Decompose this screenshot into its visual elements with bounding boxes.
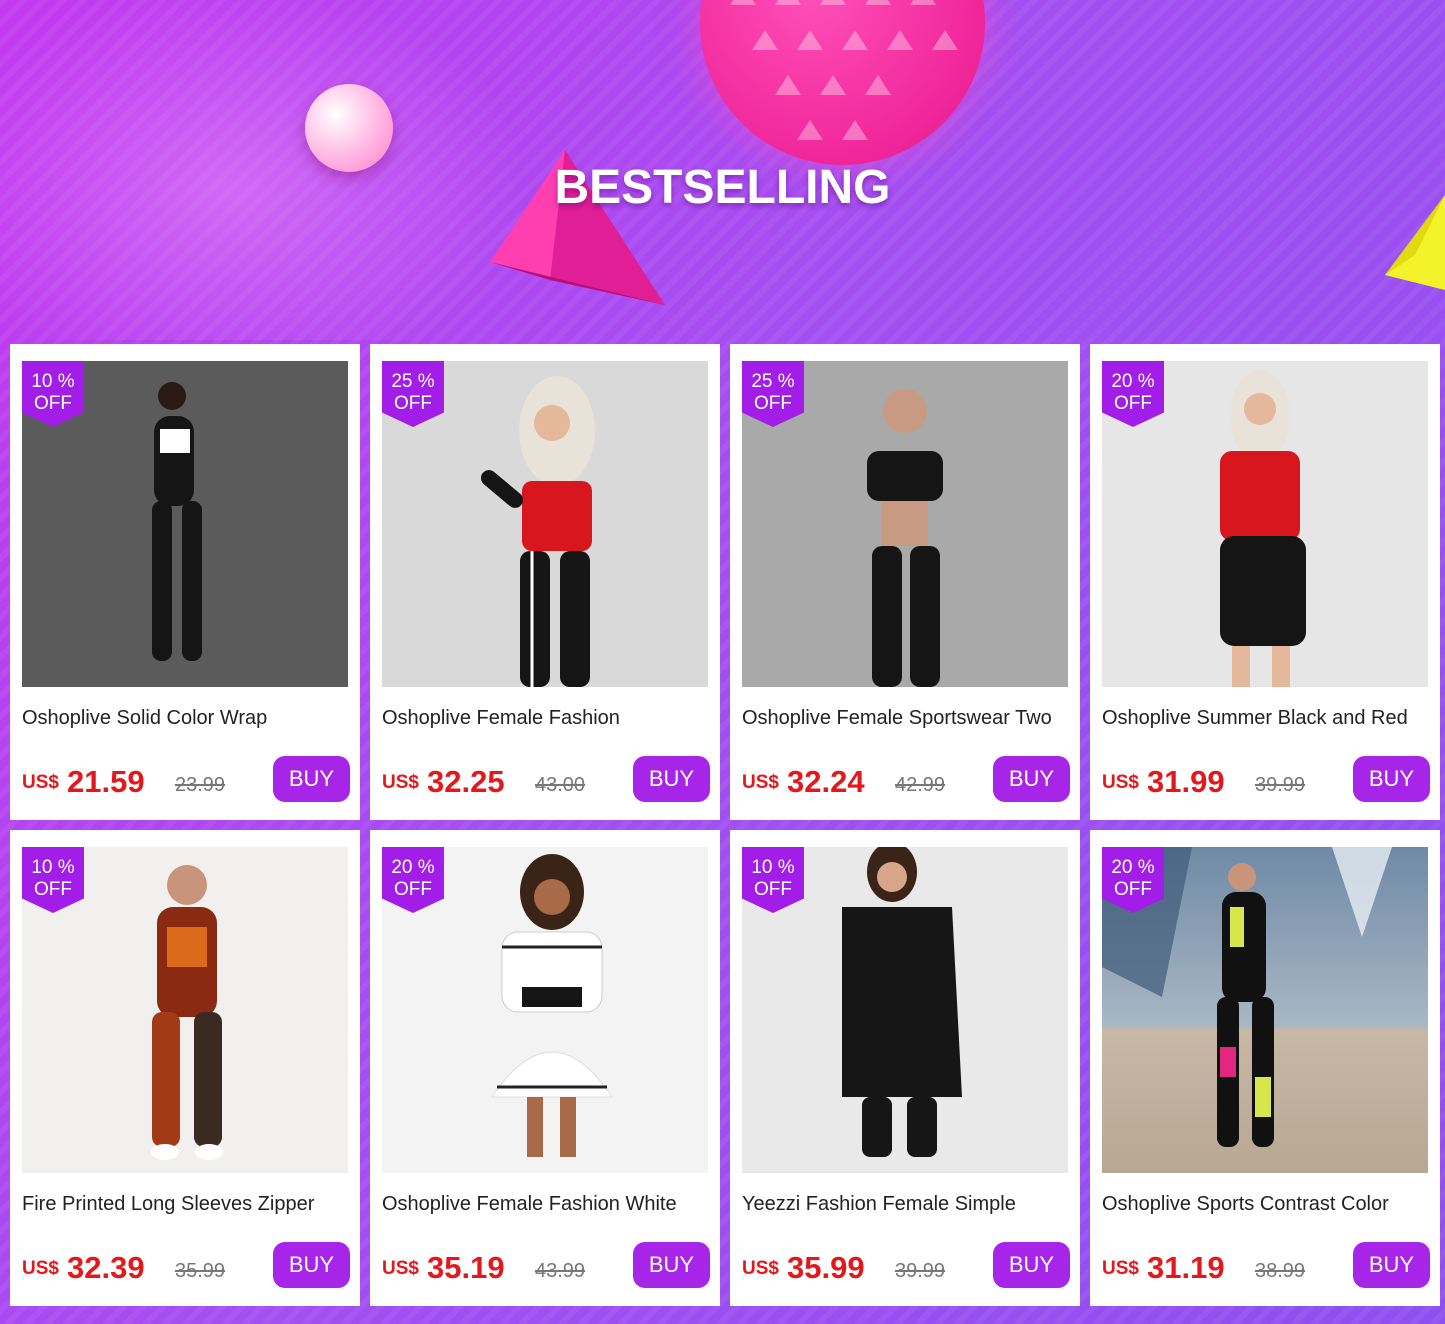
original-price: 43.99 (535, 1260, 586, 1282)
discount-off-label: OFF (394, 879, 432, 900)
product-name[interactable]: Oshoplive Female Sportswear Two (742, 707, 1072, 730)
product-name[interactable]: Oshoplive Summer Black and Red (1102, 707, 1432, 730)
product-name[interactable]: Oshoplive Sports Contrast Color (1102, 1193, 1432, 1216)
product-card[interactable]: 20 % OFF Oshoplive Sports Contrast Color… (1090, 830, 1440, 1306)
product-card[interactable]: 10 % OFF Fire Printed Long Sleeves Zippe… (10, 830, 360, 1306)
buy-button[interactable]: BUY (633, 1242, 710, 1288)
sale-price: 21.59 (67, 764, 145, 799)
discount-percent: 20 % (391, 857, 435, 878)
currency-label: US$ (22, 1258, 59, 1279)
discount-percent: 10 % (31, 857, 75, 878)
price-row: US$ 21.59 23.99 BUY (22, 756, 352, 802)
discount-percent: 10 % (31, 371, 75, 392)
currency-label: US$ (22, 772, 59, 793)
pink-ball-decoration (700, 0, 985, 165)
buy-button[interactable]: BUY (633, 756, 710, 802)
sale-price: 32.25 (427, 764, 505, 799)
discount-percent: 10 % (751, 857, 795, 878)
sale-price: 31.99 (1147, 764, 1225, 799)
discount-off-label: OFF (754, 393, 792, 414)
product-card[interactable]: 25 % OFF Oshoplive Female Fashion US$ 32… (370, 344, 720, 820)
buy-button[interactable]: BUY (273, 1242, 350, 1288)
discount-percent: 25 % (751, 371, 795, 392)
sale-price: 35.99 (787, 1250, 865, 1285)
discount-percent: 20 % (1111, 371, 1155, 392)
price-row: US$ 31.99 39.99 BUY (1102, 756, 1432, 802)
currency-label: US$ (382, 1258, 419, 1279)
sale-price: 32.24 (787, 764, 865, 799)
buy-button[interactable]: BUY (273, 756, 350, 802)
discount-off-label: OFF (394, 393, 432, 414)
currency-label: US$ (742, 1258, 779, 1279)
sale-price: 35.19 (427, 1250, 505, 1285)
discount-percent: 25 % (391, 371, 435, 392)
original-price: 39.99 (895, 1260, 946, 1282)
small-pink-ball-decoration (305, 84, 393, 172)
product-name[interactable]: Oshoplive Solid Color Wrap (22, 707, 352, 730)
product-name[interactable]: Oshoplive Female Fashion (382, 707, 712, 730)
sale-price: 32.39 (67, 1250, 145, 1285)
original-price: 38.99 (1255, 1260, 1306, 1282)
banner-title: BESTSELLING (554, 161, 891, 214)
discount-off-label: OFF (34, 393, 72, 414)
currency-label: US$ (382, 772, 419, 793)
buy-button[interactable]: BUY (1353, 756, 1430, 802)
price-row: US$ 32.39 35.99 BUY (22, 1242, 352, 1288)
product-card[interactable]: 10 % OFF Yeezzi Fashion Female Simple US… (730, 830, 1080, 1306)
original-price: 35.99 (175, 1260, 226, 1282)
discount-off-label: OFF (754, 879, 792, 900)
original-price: 23.99 (175, 774, 226, 796)
product-grid: 10 % OFF Oshoplive Solid Color Wrap US$ … (10, 344, 1440, 1308)
original-price: 39.99 (1255, 774, 1306, 796)
original-price: 42.99 (895, 774, 946, 796)
price-row: US$ 35.99 39.99 BUY (742, 1242, 1072, 1288)
sale-price: 31.19 (1147, 1250, 1225, 1285)
product-card[interactable]: 25 % OFF Oshoplive Female Sportswear Two… (730, 344, 1080, 820)
buy-button[interactable]: BUY (993, 1242, 1070, 1288)
bestselling-banner: BESTSELLING (0, 0, 1445, 340)
currency-label: US$ (1102, 1258, 1139, 1279)
product-card[interactable]: 20 % OFF Oshoplive Female Fashion White … (370, 830, 720, 1306)
price-row: US$ 32.24 42.99 BUY (742, 756, 1072, 802)
price-row: US$ 35.19 43.99 BUY (382, 1242, 712, 1288)
price-row: US$ 31.19 38.99 BUY (1102, 1242, 1432, 1288)
product-name[interactable]: Fire Printed Long Sleeves Zipper (22, 1193, 352, 1216)
discount-off-label: OFF (1114, 879, 1152, 900)
product-card[interactable]: 20 % OFF Oshoplive Summer Black and Red … (1090, 344, 1440, 820)
currency-label: US$ (1102, 772, 1139, 793)
discount-off-label: OFF (34, 879, 72, 900)
price-row: US$ 32.25 43.00 BUY (382, 756, 712, 802)
product-card[interactable]: 10 % OFF Oshoplive Solid Color Wrap US$ … (10, 344, 360, 820)
product-name[interactable]: Oshoplive Female Fashion White (382, 1193, 712, 1216)
product-name[interactable]: Yeezzi Fashion Female Simple (742, 1193, 1072, 1216)
original-price: 43.00 (535, 774, 586, 796)
discount-off-label: OFF (1114, 393, 1152, 414)
currency-label: US$ (742, 772, 779, 793)
buy-button[interactable]: BUY (1353, 1242, 1430, 1288)
buy-button[interactable]: BUY (993, 756, 1070, 802)
discount-percent: 20 % (1111, 857, 1155, 878)
